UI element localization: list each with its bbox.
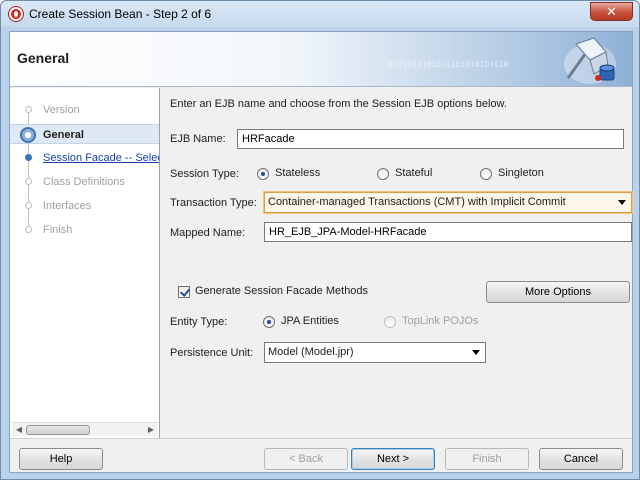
transaction-type-label: Transaction Type: — [170, 197, 257, 209]
persistence-unit-label: Persistence Unit: — [170, 347, 254, 359]
mapped-name-field[interactable]: HR_EJB_JPA-Model-HRFacade — [264, 222, 632, 242]
select-value: Model (Model.jpr) — [268, 346, 354, 358]
step-dot-icon — [25, 178, 32, 185]
wizard-bean-icon — [564, 37, 616, 84]
app-icon — [9, 7, 23, 21]
title-bar[interactable]: Create Session Bean - Step 2 of 6 ✕ — [1, 1, 639, 27]
radio-icon — [480, 168, 492, 180]
step-dot-icon — [25, 154, 32, 161]
radio-label: Stateful — [395, 167, 433, 179]
chevron-down-icon — [472, 350, 480, 355]
current-step-icon — [20, 127, 36, 143]
step-interfaces[interactable]: Interfaces — [10, 196, 159, 216]
step-class-definitions[interactable]: Class Definitions — [10, 172, 159, 192]
select-value: Container-managed Transactions (CMT) wit… — [268, 196, 566, 208]
ejb-name-field[interactable]: HRFacade — [237, 129, 624, 149]
finish-button[interactable]: Finish — [445, 448, 529, 470]
mapped-name-label: Mapped Name: — [170, 227, 246, 239]
dialog-body: General 0101010101010101010101010 Versio… — [9, 31, 633, 473]
more-options-button[interactable]: More Options — [486, 281, 630, 303]
scroll-right-icon[interactable]: ▶ — [145, 424, 157, 436]
step-session-facade[interactable]: Session Facade -- Select — [10, 148, 159, 168]
wizard-header: General 0101010101010101010101010 — [10, 32, 632, 87]
entity-type-label: Entity Type: — [170, 316, 228, 328]
step-label: Session Facade -- Select — [43, 152, 159, 164]
scroll-left-icon[interactable]: ◀ — [13, 424, 25, 436]
chevron-down-icon — [618, 200, 626, 205]
radio-selected-icon — [257, 168, 269, 180]
radio-icon — [377, 168, 389, 180]
step-label: Version — [43, 104, 80, 116]
step-label: Class Definitions — [43, 176, 125, 188]
step-label: Finish — [43, 224, 73, 236]
ejb-name-label: EJB Name: — [170, 133, 226, 145]
step-label: General — [43, 129, 84, 141]
step-dot-icon — [25, 202, 32, 209]
step-general[interactable]: General — [10, 124, 159, 144]
radio-label: Stateless — [275, 167, 321, 179]
transaction-type-select[interactable]: Container-managed Transactions (CMT) wit… — [264, 192, 632, 213]
form-area: Enter an EJB name and choose from the Se… — [170, 94, 632, 434]
next-button[interactable]: Next > — [351, 448, 435, 470]
cancel-button[interactable]: Cancel — [539, 448, 623, 470]
step-finish[interactable]: Finish — [10, 220, 159, 240]
step-version[interactable]: Version — [10, 100, 159, 120]
close-button[interactable]: ✕ — [590, 2, 633, 21]
dialog-window: Create Session Bean - Step 2 of 6 ✕ Gene… — [0, 0, 640, 480]
instructions-text: Enter an EJB name and choose from the Se… — [170, 98, 507, 110]
header-binary-decoration: 0101010101010101010101010 — [388, 60, 509, 69]
step-label: Interfaces — [43, 200, 92, 212]
radio-icon — [384, 316, 396, 328]
steps-horizontal-scrollbar[interactable]: ◀ ▶ — [12, 422, 158, 436]
step-dot-icon — [25, 226, 32, 233]
page-title: General — [17, 50, 70, 66]
session-type-label: Session Type: — [170, 168, 239, 180]
checkbox-label: Generate Session Facade Methods — [195, 285, 369, 297]
help-button[interactable]: Help — [19, 448, 103, 470]
step-dot-icon — [25, 106, 32, 113]
checkbox-checked-icon — [178, 286, 190, 298]
scrollbar-thumb[interactable] — [26, 425, 90, 435]
radio-label: Singleton — [498, 167, 544, 179]
wizard-steps-panel: Version General Session Facade -- Select… — [10, 88, 160, 438]
radio-label: TopLink POJOs — [402, 315, 479, 327]
window-title: Create Session Bean - Step 2 of 6 — [29, 7, 212, 21]
radio-label: JPA Entities — [281, 315, 339, 327]
persistence-unit-select[interactable]: Model (Model.jpr) — [264, 342, 486, 363]
radio-selected-icon — [263, 316, 275, 328]
footer-divider — [10, 438, 632, 439]
back-button[interactable]: < Back — [264, 448, 348, 470]
